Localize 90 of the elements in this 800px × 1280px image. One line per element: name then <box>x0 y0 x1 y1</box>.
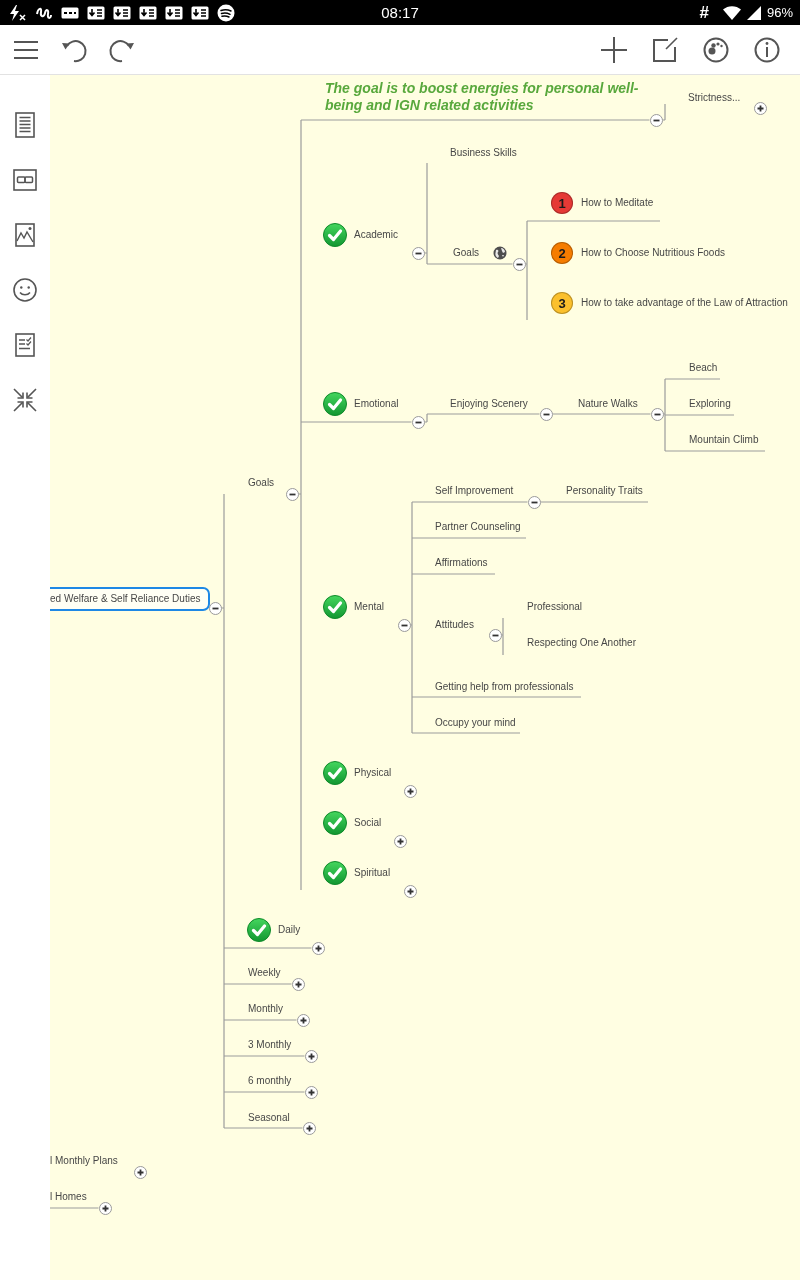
node-label[interactable]: Mountain Climb <box>689 433 759 447</box>
node-label[interactable]: Weekly <box>248 966 281 980</box>
download-icon <box>87 5 105 20</box>
minus-icon[interactable] <box>539 407 553 421</box>
node-label[interactable]: Seasonal <box>248 1111 290 1125</box>
circle-lines-icon <box>217 3 235 22</box>
plus-icon[interactable] <box>403 884 417 898</box>
node-label[interactable]: Getting help from professionals <box>435 680 574 694</box>
minus-icon[interactable] <box>512 257 526 271</box>
node-label[interactable]: Affirmations <box>435 556 488 570</box>
node-label[interactable]: Professional <box>527 600 583 614</box>
info-icon <box>754 36 780 63</box>
connector-line <box>661 103 666 121</box>
plus-icon[interactable] <box>403 784 417 798</box>
node-label[interactable]: Exploring <box>689 397 731 411</box>
plus-icon <box>601 36 627 63</box>
plus-icon[interactable] <box>133 1165 147 1179</box>
node-label[interactable]: Spiritual <box>354 866 391 880</box>
plus-icon[interactable] <box>304 1049 318 1063</box>
minus-icon[interactable] <box>397 618 411 632</box>
node-label[interactable]: Personality Traits <box>566 484 643 498</box>
document-icon <box>15 111 35 138</box>
node-label[interactable]: Strictness... <box>688 91 741 105</box>
menu-icon <box>13 39 39 60</box>
globe-icon[interactable] <box>493 246 508 260</box>
image-icon <box>15 222 35 247</box>
node-label[interactable]: Emotional <box>354 397 399 411</box>
node-label[interactable]: 6 monthly <box>248 1074 292 1088</box>
plus-icon[interactable] <box>753 101 767 115</box>
notification-symbol: # <box>699 2 709 23</box>
palette-icon <box>703 36 729 63</box>
priority-badge: 3 <box>551 292 573 314</box>
card-icon <box>61 5 79 20</box>
node-label[interactable]: Business Skills <box>450 146 517 160</box>
smiley-icon <box>13 277 37 302</box>
minus-icon[interactable] <box>650 407 664 421</box>
node-label[interactable]: Occupy your mind <box>435 716 516 730</box>
minus-icon[interactable] <box>649 113 663 127</box>
plus-icon[interactable] <box>98 1201 112 1215</box>
node-label[interactable]: l Monthly Plans <box>50 1154 118 1168</box>
node-label[interactable]: How to Choose Nutritious Foods <box>581 246 725 260</box>
node-label[interactable]: ed Welfare & Self Reliance Duties <box>50 586 211 611</box>
node-label[interactable]: Attitudes <box>435 618 474 632</box>
edit-icon <box>652 36 678 63</box>
plus-icon[interactable] <box>302 1121 316 1135</box>
minus-icon[interactable] <box>488 628 502 642</box>
node-label[interactable]: Mental <box>354 600 384 614</box>
wifi-icon <box>722 5 741 20</box>
priority-badge: 2 <box>551 242 573 264</box>
download-icon <box>191 5 209 20</box>
shrink-icon <box>13 387 37 412</box>
clock-time: 08:17 <box>381 3 419 23</box>
node-label[interactable]: Respecting One Another <box>527 636 636 650</box>
plus-icon[interactable] <box>393 834 407 848</box>
node-label[interactable]: How to take advantage of the Law of Attraction <box>581 296 788 310</box>
plus-icon[interactable] <box>296 1013 310 1027</box>
node-label[interactable]: Physical <box>354 766 392 780</box>
plus-icon[interactable] <box>291 977 305 991</box>
minus-icon[interactable] <box>411 246 425 260</box>
node-label[interactable]: Goals <box>453 246 480 260</box>
node-label[interactable]: 3 Monthly <box>248 1038 292 1052</box>
node-label[interactable]: Social <box>354 816 382 830</box>
checklist-icon <box>15 332 35 357</box>
node-label[interactable]: How to Meditate <box>581 196 654 210</box>
node-label[interactable]: Goals <box>248 476 275 490</box>
battery-level: 96% <box>766 5 793 20</box>
node-label[interactable]: Beach <box>689 361 718 375</box>
connector-line <box>500 617 504 656</box>
node-label[interactable]: l Homes <box>50 1190 87 1204</box>
plus-icon[interactable] <box>311 941 325 955</box>
download-icon <box>113 5 131 20</box>
signal-icon <box>746 5 761 20</box>
connector-line <box>50 1207 100 1209</box>
priority-badge: 1 <box>551 192 573 214</box>
node-label[interactable]: Nature Walks <box>578 397 638 411</box>
node-label[interactable]: Daily <box>278 923 301 937</box>
plus-icon[interactable] <box>304 1085 318 1099</box>
node-label[interactable]: Enjoying Scenery <box>450 397 528 411</box>
node-label[interactable]: Partner Counseling <box>435 520 521 534</box>
minus-icon[interactable] <box>285 487 299 501</box>
link-icon <box>13 168 37 191</box>
download-icon <box>139 5 157 20</box>
minus-icon[interactable] <box>527 495 541 509</box>
node-label[interactable]: Academic <box>354 228 398 242</box>
download-icon <box>165 5 183 20</box>
flash-off-icon <box>9 4 27 21</box>
node-label[interactable]: Self Improvement <box>435 484 514 498</box>
minus-icon[interactable] <box>411 415 425 429</box>
node-label[interactable]: Monthly <box>248 1002 283 1016</box>
minus-icon[interactable] <box>208 601 222 615</box>
